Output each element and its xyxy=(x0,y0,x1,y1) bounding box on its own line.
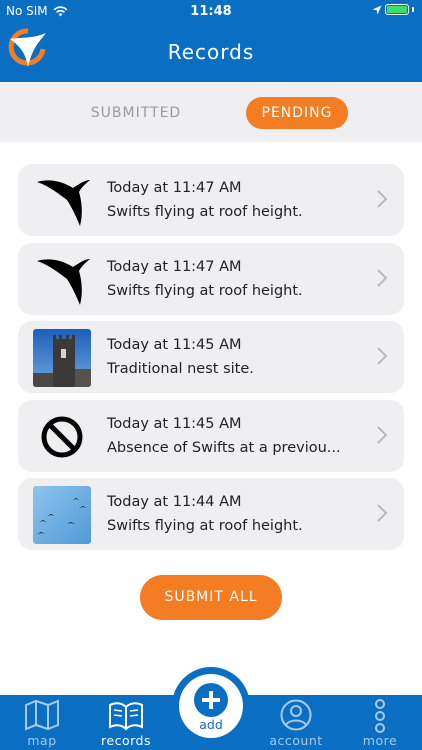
tab-more[interactable]: more xyxy=(338,695,422,750)
tab-more-label: more xyxy=(362,733,398,748)
user-icon xyxy=(280,699,312,731)
status-time: 11:48 xyxy=(190,4,232,19)
swifts-in-sky-photo xyxy=(33,486,91,544)
chevron-right-icon xyxy=(377,190,388,208)
record-description: Absence of Swifts at a previou... xyxy=(107,439,341,456)
tab-records[interactable]: records xyxy=(84,695,168,750)
status-bar: No SIM 11:48 xyxy=(0,0,422,22)
app-header: No SIM 11:48 Records xyxy=(0,0,422,82)
battery-icon xyxy=(385,4,409,15)
chevron-right-icon xyxy=(377,504,388,522)
record-time: Today at 11:47 AM xyxy=(107,258,242,275)
submit-all-button[interactable]: SUBMIT ALL xyxy=(140,575,282,620)
add-button[interactable]: add xyxy=(172,667,250,745)
prohibited-icon xyxy=(41,416,83,457)
swift-silhouette-icon xyxy=(37,180,90,226)
record-time: Today at 11:45 AM xyxy=(107,415,242,432)
record-row[interactable]: Today at 11:45 AM Absence of Swifts at a… xyxy=(18,399,404,472)
tab-submitted[interactable]: SUBMITTED xyxy=(74,97,198,129)
record-description: Swifts flying at roof height. xyxy=(107,282,303,299)
add-label: add xyxy=(199,717,223,732)
tab-account-label: account xyxy=(269,733,323,748)
segmented-control: SUBMITTED PENDING xyxy=(0,82,422,142)
chevron-right-icon xyxy=(377,268,388,287)
record-description: Swifts flying at roof height. xyxy=(107,204,303,220)
map-icon xyxy=(25,699,59,731)
book-icon xyxy=(109,702,143,731)
tab-map[interactable]: map xyxy=(0,695,84,750)
tab-map-label: map xyxy=(27,733,57,748)
record-row[interactable]: Today at 11:44 AM Swifts flying at roof … xyxy=(18,478,404,550)
chevron-right-icon xyxy=(377,347,388,365)
record-row[interactable]: Today at 11:47 AM Swifts flying at roof … xyxy=(18,242,404,315)
swift-silhouette-icon xyxy=(37,258,90,305)
page-title: Records xyxy=(167,40,255,64)
record-time: Today at 11:44 AM xyxy=(107,494,242,510)
location-arrow-icon xyxy=(372,5,382,14)
more-dots-icon xyxy=(375,699,385,733)
chevron-right-icon xyxy=(377,425,388,444)
record-description: Swifts flying at roof height. xyxy=(107,518,303,534)
tab-pending[interactable]: PENDING xyxy=(246,97,348,129)
record-row[interactable]: Today at 11:45 AM Traditional nest site. xyxy=(18,321,404,393)
record-time: Today at 11:47 AM xyxy=(107,180,242,196)
record-row[interactable]: Today at 11:47 AM Swifts flying at roof … xyxy=(18,164,404,236)
tab-account[interactable]: account xyxy=(254,695,338,750)
record-description: Traditional nest site. xyxy=(107,361,254,377)
record-time: Today at 11:45 AM xyxy=(107,337,242,353)
church-tower-photo xyxy=(33,329,91,387)
record-list: Today at 11:47 AM Swifts flying at roof … xyxy=(18,164,404,557)
tab-records-label: records xyxy=(101,733,151,748)
